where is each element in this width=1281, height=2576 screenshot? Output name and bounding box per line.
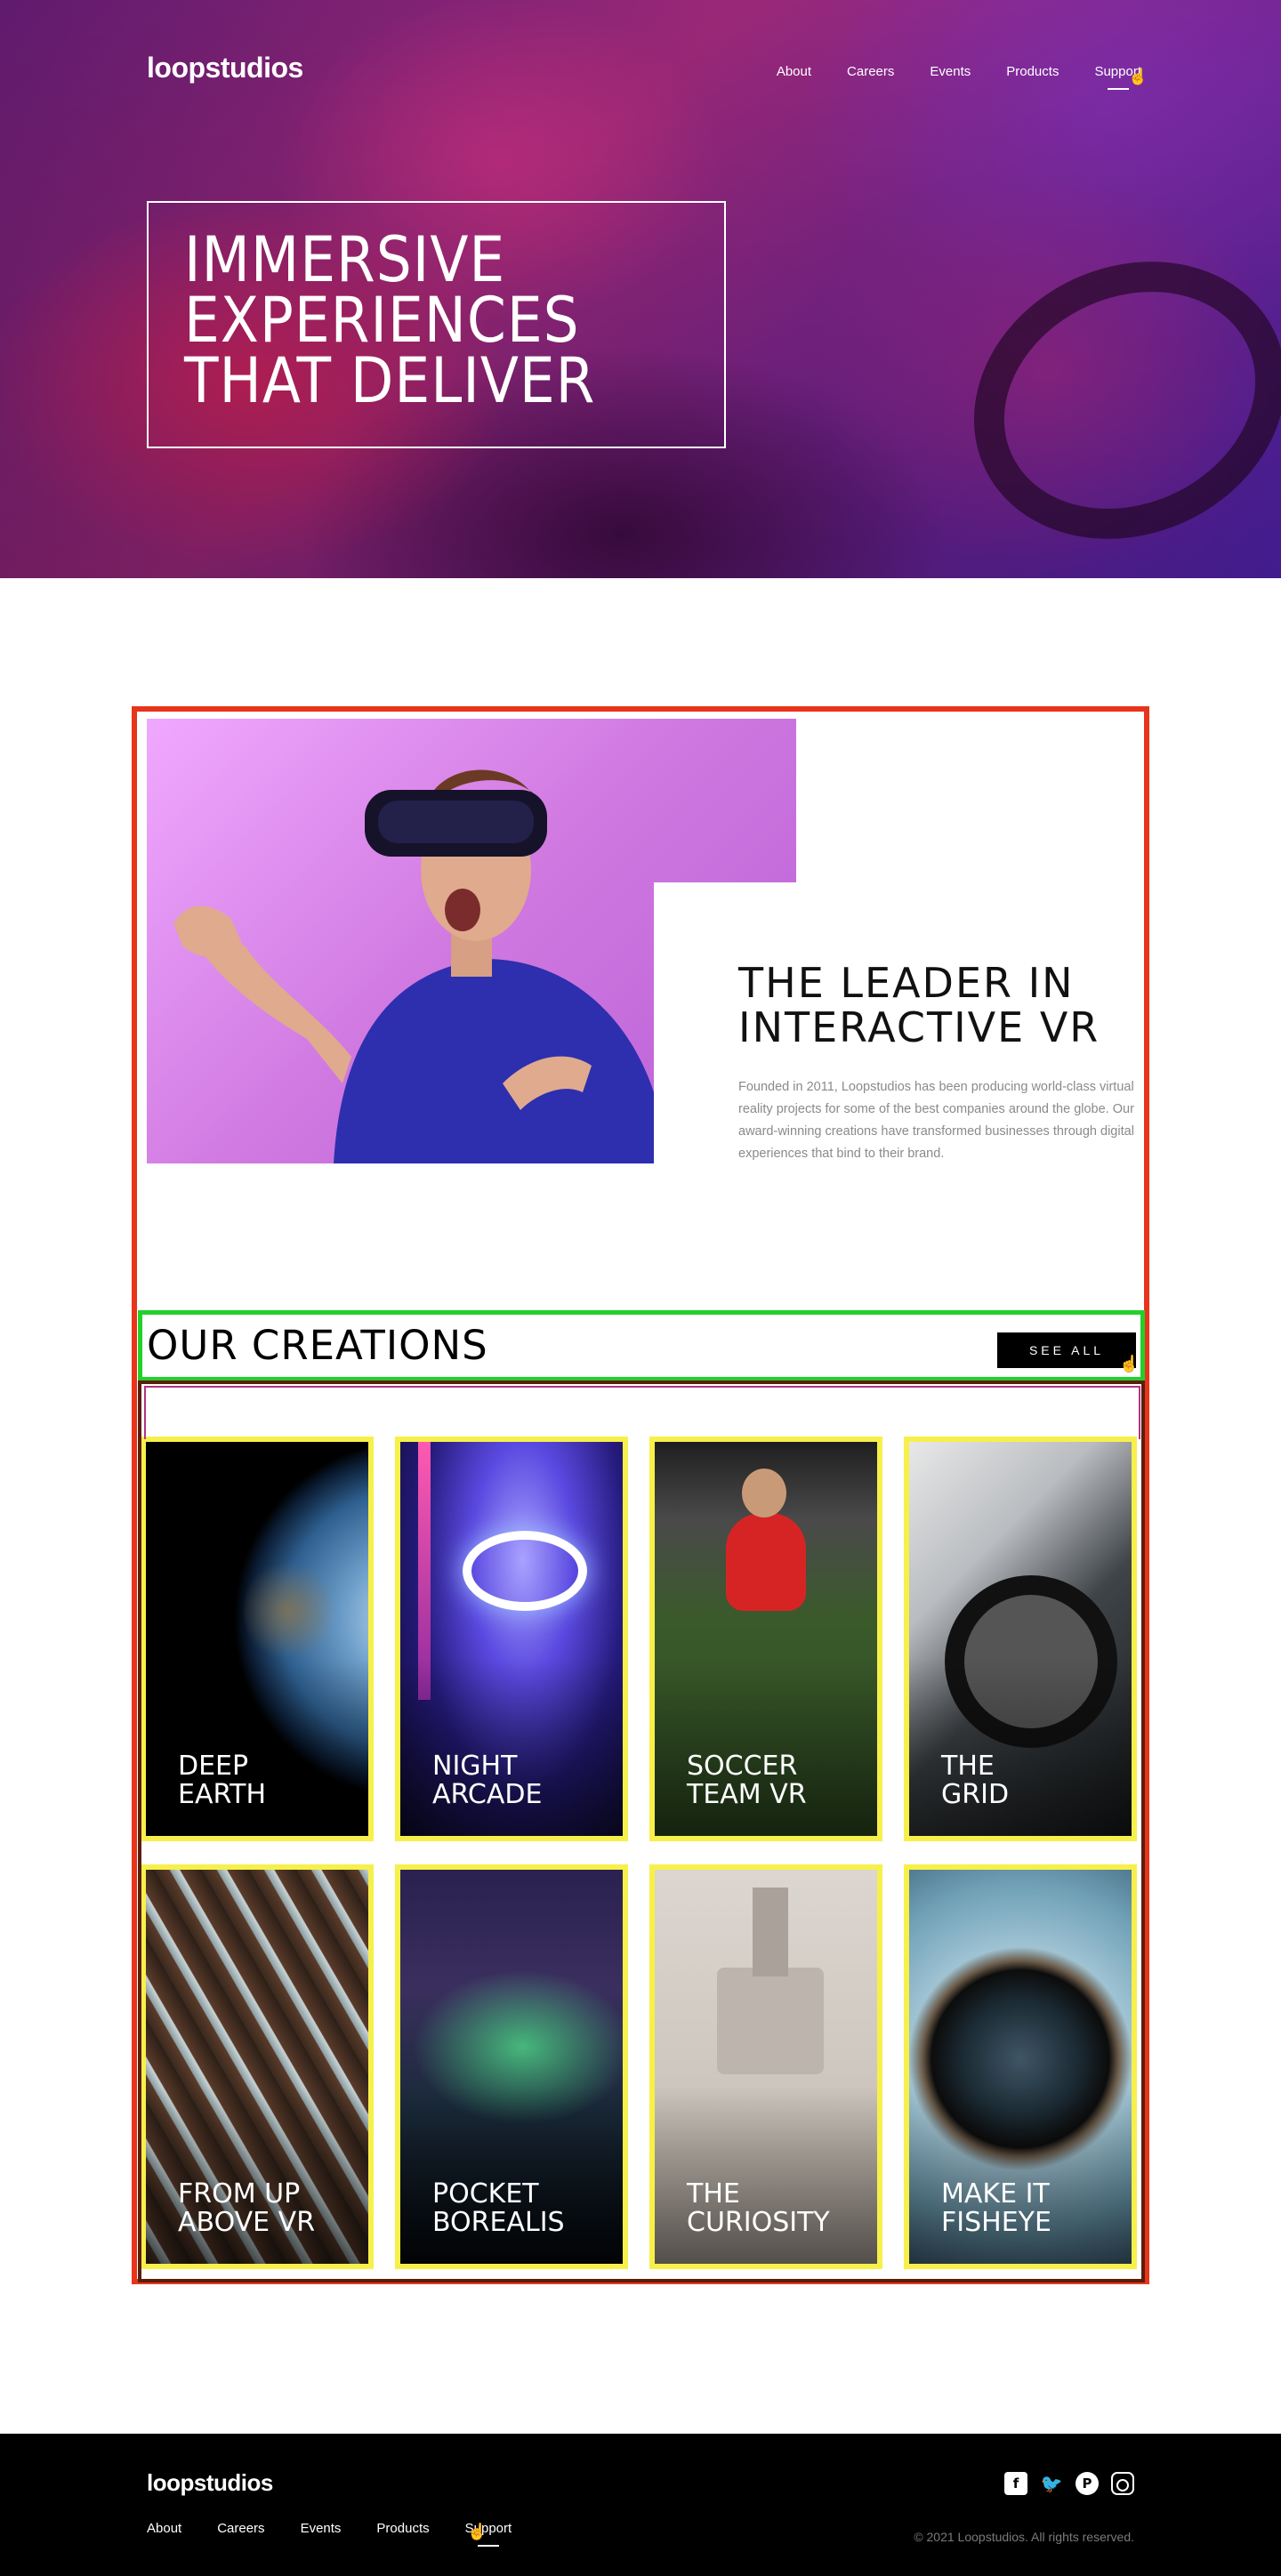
creation-card-night-arcade[interactable]: Night Arcade [395, 1437, 628, 1841]
footer-nav-careers[interactable]: Careers [217, 2521, 264, 2536]
footer-nav-about[interactable]: About [147, 2521, 181, 2536]
see-all-button[interactable]: See all [997, 1332, 1136, 1368]
creation-card-the-curiosity[interactable]: The Curiosity [649, 1864, 882, 2269]
creation-card-deep-earth[interactable]: Deep Earth [141, 1437, 374, 1841]
creation-card-from-up-above-vr[interactable]: From Up Above VR [141, 1864, 374, 2269]
twitter-icon[interactable]: 🐦 [1040, 2472, 1063, 2495]
pointer-cursor-icon: ☝ [1128, 68, 1148, 85]
nav-about[interactable]: About [777, 64, 811, 79]
nav-events[interactable]: Events [930, 64, 971, 79]
social-links: f 🐦 P [1004, 2472, 1134, 2495]
creation-card-the-grid[interactable]: The Grid [904, 1437, 1137, 1841]
copyright-text: © 2021 Loopstudios. All rights reserved. [914, 2530, 1134, 2544]
creation-label: The Curiosity [687, 2178, 830, 2238]
creation-label: Night Arcade [432, 1751, 543, 1810]
intro-image [147, 719, 796, 1163]
creation-label: Soccer Team VR [687, 1751, 807, 1810]
footer: loopstudios About Careers Events Product… [0, 2434, 1281, 2576]
facebook-icon[interactable]: f [1004, 2472, 1027, 2495]
footer-nav: About Careers Events Products Support [111, 2521, 512, 2536]
creation-label: The Grid [941, 1751, 1010, 1810]
header-logo[interactable]: loopstudios [147, 52, 303, 85]
footer-nav-events[interactable]: Events [301, 2521, 342, 2536]
creation-label: From Up Above VR [178, 2178, 316, 2238]
intro-text: The leader in interactive VR Founded in … [738, 961, 1134, 1165]
pointer-cursor-icon: ☝ [467, 2523, 487, 2540]
hero-title-box: Immersive experiences that deliver [147, 201, 726, 448]
nav-careers[interactable]: Careers [847, 64, 894, 79]
creation-card-soccer-team-vr[interactable]: Soccer Team VR [649, 1437, 882, 1841]
hero-title: Immersive experiences that deliver [184, 223, 596, 417]
footer-nav-products[interactable]: Products [376, 2521, 429, 2536]
header-nav: About Careers Events Products Support [741, 64, 1141, 79]
vr-person-illustration [173, 769, 654, 1163]
creation-label: Pocket Borealis [432, 2178, 565, 2238]
creation-card-make-it-fisheye[interactable]: Make it Fisheye [904, 1864, 1137, 2269]
nav-products[interactable]: Products [1006, 64, 1059, 79]
pointer-cursor-icon: ☝ [1119, 1355, 1140, 1373]
creation-card-pocket-borealis[interactable]: Pocket Borealis [395, 1864, 628, 2269]
pinterest-icon[interactable]: P [1076, 2472, 1099, 2495]
annotation-outline-inner [144, 1386, 1140, 1439]
creation-label: Deep Earth [178, 1751, 267, 1810]
creations-title: Our creations [147, 1322, 488, 1369]
creation-label: Make it Fisheye [941, 2178, 1051, 2238]
hero-section: loopstudios About Careers Events Product… [0, 0, 1281, 578]
intro-heading: The leader in interactive VR [738, 959, 1100, 1051]
intro-body: Founded in 2011, Loopstudios has been pr… [738, 1080, 1134, 1161]
footer-logo[interactable]: loopstudios [147, 2469, 273, 2497]
instagram-icon[interactable] [1111, 2472, 1134, 2495]
